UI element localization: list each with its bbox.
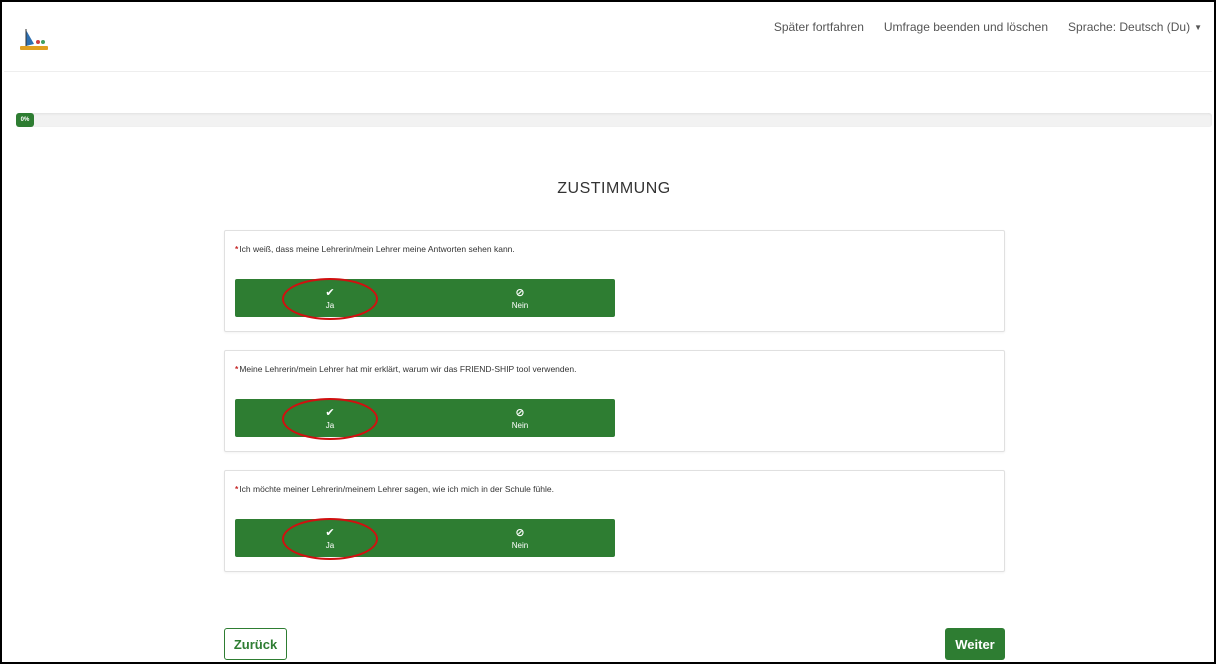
caret-down-icon: ▼ bbox=[1194, 23, 1202, 33]
nav-end-and-delete[interactable]: Umfrage beenden und löschen bbox=[884, 20, 1048, 34]
choice-no-label: Nein bbox=[511, 420, 529, 430]
required-asterisk: * bbox=[235, 244, 239, 254]
question-label: Meine Lehrerin/mein Lehrer hat mir erklä… bbox=[239, 364, 577, 374]
question-card-3: *Ich möchte meiner Lehrerin/meinem Lehre… bbox=[224, 470, 1005, 572]
question-card-1: *Ich weiß, dass meine Lehrerin/mein Lehr… bbox=[224, 230, 1005, 332]
language-label: Sprache: Deutsch (Du) bbox=[1068, 20, 1191, 34]
no-entry-icon: ⊘ bbox=[515, 406, 525, 419]
choice-no-label: Nein bbox=[511, 540, 529, 550]
check-icon: ✔ bbox=[325, 526, 335, 539]
top-navbar: Später fortfahren Umfrage beenden und lö… bbox=[4, 4, 1212, 72]
choice-yes[interactable]: ✔ Ja bbox=[235, 279, 425, 317]
page-title: ZUSTIMMUNG bbox=[557, 180, 671, 197]
survey-window: Später fortfahren Umfrage beenden und lö… bbox=[0, 0, 1216, 664]
back-button[interactable]: Zurück bbox=[224, 628, 287, 660]
choice-no[interactable]: ⊘ Nein bbox=[425, 399, 615, 437]
no-entry-icon: ⊘ bbox=[515, 286, 525, 299]
progress-bar: 0% bbox=[16, 113, 1212, 127]
no-entry-icon: ⊘ bbox=[515, 526, 525, 539]
required-asterisk: * bbox=[235, 364, 239, 374]
yes-no-choice: ✔ Ja ⊘ Nein bbox=[235, 279, 615, 317]
choice-yes-label: Ja bbox=[325, 420, 335, 430]
progress-fill: 0% bbox=[16, 113, 34, 127]
next-button[interactable]: Weiter bbox=[945, 628, 1005, 660]
question-text: *Ich weiß, dass meine Lehrerin/mein Lehr… bbox=[235, 244, 515, 254]
check-icon: ✔ bbox=[325, 406, 335, 419]
choice-yes-label: Ja bbox=[325, 300, 335, 310]
nav-language-dropdown[interactable]: Sprache: Deutsch (Du) ▼ bbox=[1068, 20, 1202, 34]
yes-no-choice: ✔ Ja ⊘ Nein bbox=[235, 519, 615, 557]
check-icon: ✔ bbox=[325, 286, 335, 299]
yes-no-choice: ✔ Ja ⊘ Nein bbox=[235, 399, 615, 437]
choice-yes[interactable]: ✔ Ja bbox=[235, 519, 425, 557]
choice-no[interactable]: ⊘ Nein bbox=[425, 279, 615, 317]
choice-yes[interactable]: ✔ Ja bbox=[235, 399, 425, 437]
required-asterisk: * bbox=[235, 484, 239, 494]
friendship-logo[interactable] bbox=[18, 26, 50, 52]
question-card-2: *Meine Lehrerin/mein Lehrer hat mir erkl… bbox=[224, 350, 1005, 452]
choice-no[interactable]: ⊘ Nein bbox=[425, 519, 615, 557]
choice-no-label: Nein bbox=[511, 300, 529, 310]
question-label: Ich möchte meiner Lehrerin/meinem Lehrer… bbox=[239, 484, 554, 494]
question-text: *Ich möchte meiner Lehrerin/meinem Lehre… bbox=[235, 484, 554, 494]
question-label: Ich weiß, dass meine Lehrerin/mein Lehre… bbox=[239, 244, 515, 254]
nav-continue-later[interactable]: Später fortfahren bbox=[774, 20, 864, 34]
choice-yes-label: Ja bbox=[325, 540, 335, 550]
question-text: *Meine Lehrerin/mein Lehrer hat mir erkl… bbox=[235, 364, 576, 374]
